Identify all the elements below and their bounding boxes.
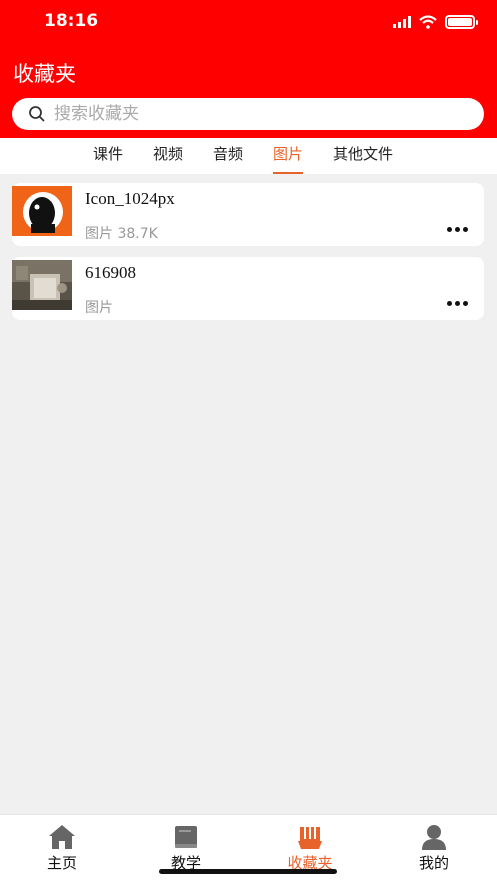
item-size: 38.7K xyxy=(117,226,158,242)
tabbar-profile-label: 我的 xyxy=(418,854,449,872)
book-icon xyxy=(175,826,197,848)
battery-icon xyxy=(445,15,478,29)
tabbar-home[interactable]: 主页 xyxy=(0,815,124,883)
home-icon xyxy=(49,825,75,849)
tab-courseware[interactable]: 课件 xyxy=(93,144,123,174)
item-type: 图片 xyxy=(85,300,113,316)
tab-other-files[interactable]: 其他文件 xyxy=(333,144,393,174)
header: 18:16 收藏夹 xyxy=(0,0,497,138)
orange-silhouette-thumbnail xyxy=(12,186,72,236)
list-item[interactable]: Icon_1024px 图片 38.7K xyxy=(12,183,484,246)
search-icon xyxy=(29,106,45,122)
profile-icon xyxy=(422,825,446,850)
home-indicator xyxy=(159,869,337,874)
list-item[interactable]: 616908 图片 xyxy=(12,257,484,320)
favorites-icon xyxy=(298,825,322,849)
page-title: 收藏夹 xyxy=(13,62,76,86)
item-type: 图片 xyxy=(85,226,113,242)
status-icons xyxy=(393,13,478,31)
item-name: 616908 xyxy=(85,263,136,282)
tab-audio[interactable]: 音频 xyxy=(213,144,243,174)
item-meta: 图片 xyxy=(85,297,113,317)
signal-icon xyxy=(393,16,411,28)
status-bar: 18:16 xyxy=(0,0,497,44)
tab-video[interactable]: 视频 xyxy=(153,144,183,174)
tabbar-home-label: 主页 xyxy=(46,854,77,872)
search-bar[interactable] xyxy=(12,98,484,130)
more-options-icon[interactable] xyxy=(447,301,468,306)
more-options-icon[interactable] xyxy=(447,227,468,232)
tabbar-profile[interactable]: 我的 xyxy=(372,815,496,883)
item-name: Icon_1024px xyxy=(85,189,175,208)
tab-images[interactable]: 图片 xyxy=(273,144,304,174)
category-tabs: 课件 视频 音频 图片 其他文件 xyxy=(0,138,497,174)
photo-thumbnail xyxy=(12,260,72,310)
item-meta: 图片 38.7K xyxy=(85,223,158,243)
status-time: 18:16 xyxy=(44,11,99,31)
search-input[interactable] xyxy=(54,104,434,124)
wifi-icon xyxy=(419,15,437,29)
